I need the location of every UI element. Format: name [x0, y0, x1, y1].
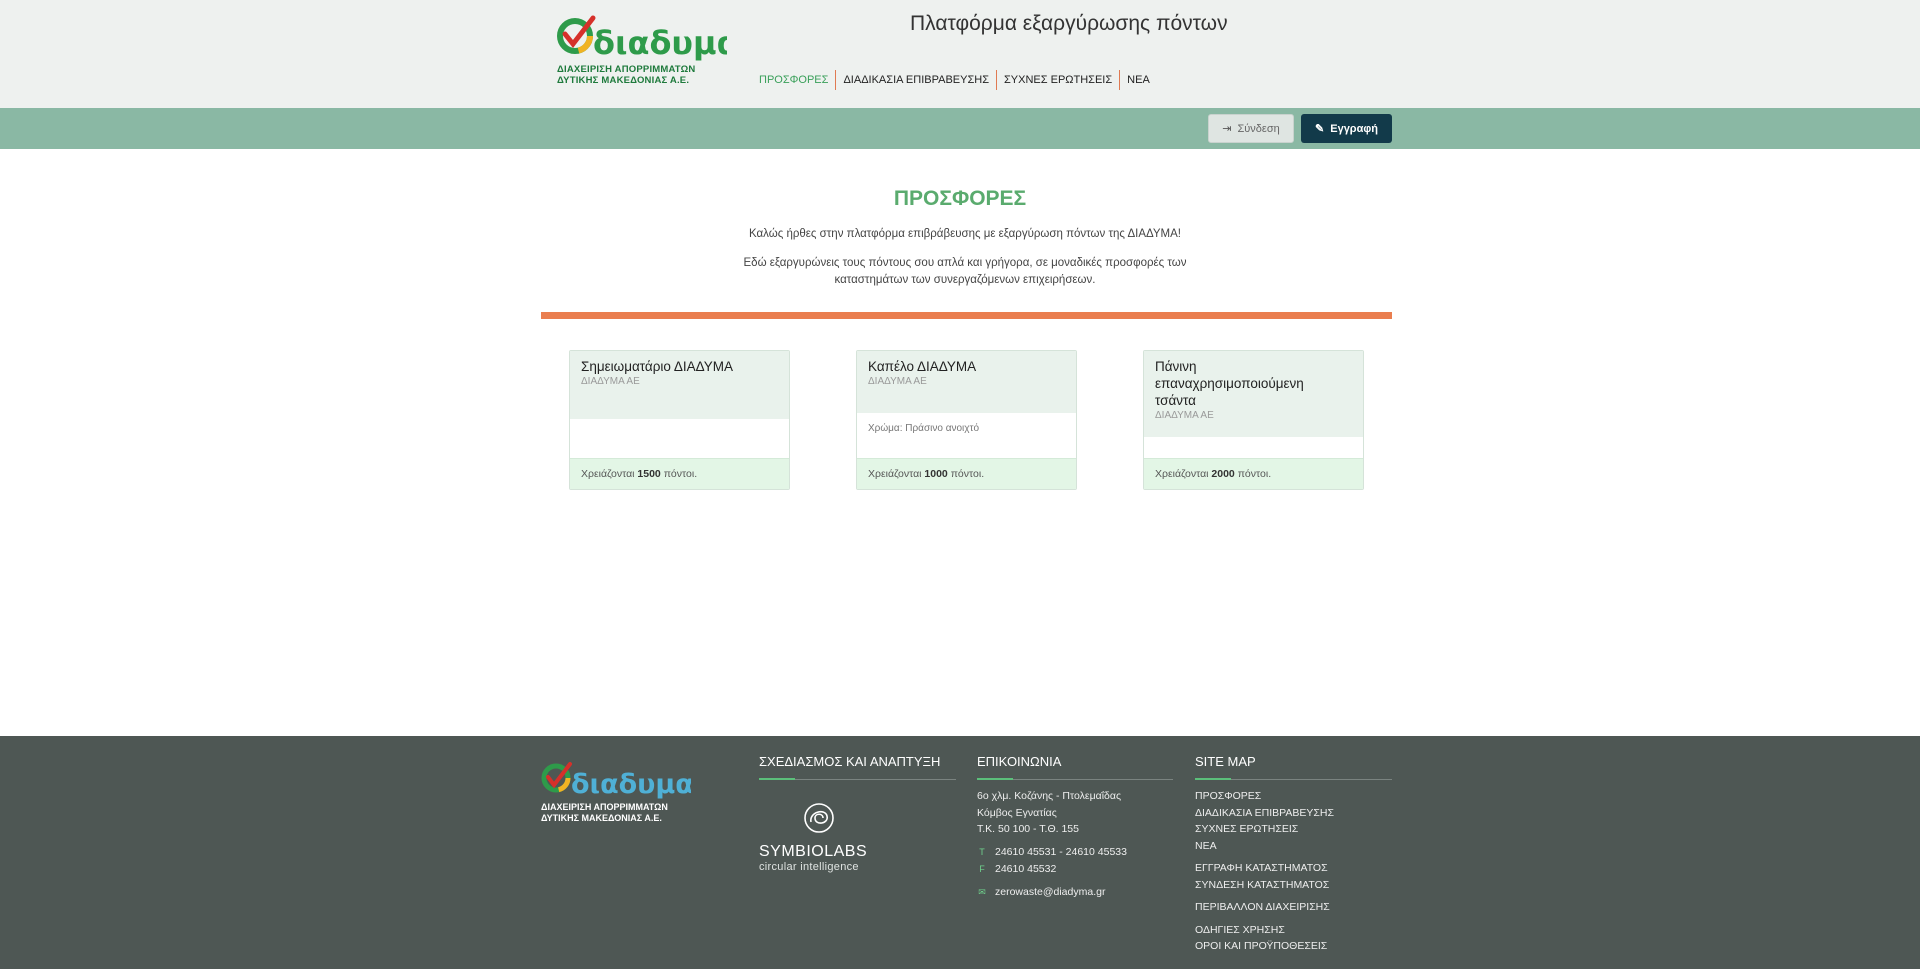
symbiolabs-swirl-icon: [804, 803, 834, 833]
fax-number: 24610 45532: [995, 862, 1057, 875]
phone-icon: T: [979, 846, 985, 857]
envelope-icon: ✉: [978, 886, 986, 897]
sign-in-icon: ⇥: [1222, 123, 1232, 135]
points-suffix: πόντοι.: [950, 468, 985, 480]
sitemap-link-faq[interactable]: ΣΥΧΝΕΣ ΕΡΩΤΗΣΕΙΣ: [1195, 821, 1392, 838]
sitemap-link-reward-process[interactable]: ΔΙΑΔΙΚΑΣΙΑ ΕΠΙΒΡΑΒΕΥΣΗΣ: [1195, 805, 1392, 822]
sitemap-link-offers[interactable]: ΠΡΟΣΦΟΡΕΣ: [1195, 788, 1392, 805]
site-footer: διαδυμα ΔΙΑΧΕΙΡΙΣΗ ΑΠΟΡΡΙΜΜΑΤΩΝ ΔΥΤΙΚΗΣ …: [0, 736, 1920, 969]
offer-company: ΔΙΑΔΥΜΑ ΑΕ: [1155, 410, 1214, 421]
login-button[interactable]: ⇥ Σύνδεση: [1208, 114, 1294, 143]
offer-company: ΔΙΑΔΥΜΑ ΑΕ: [868, 376, 927, 387]
main-nav: ΠΡΟΣΦΟΡΕΣ ΔΙΑΔΙΚΑΣΙΑ ΕΠΙΒΡΑΒΕΥΣΗΣ ΣΥΧΝΕΣ…: [752, 70, 1157, 90]
offer-detail: Χρώμα: Πράσινο ανοιχτό: [868, 423, 980, 434]
nav-item-offers[interactable]: ΠΡΟΣΦΟΡΕΣ: [752, 70, 837, 90]
sitemap-link-news[interactable]: ΝΕΑ: [1195, 838, 1392, 855]
sitemap-link-terms[interactable]: ΟΡΟΙ ΚΑΙ ΠΡΟΫΠΟΘΕΣΕΙΣ: [1195, 938, 1392, 955]
login-button-label: Σύνδεση: [1237, 122, 1280, 135]
offer-detail: [1144, 437, 1363, 457]
register-button-label: Εγγραφή: [1330, 122, 1378, 135]
phone-number: 24610 45531 - 24610 45533: [995, 845, 1127, 858]
footer-logo-subtitle: ΔΙΑΧΕΙΡΙΣΗ ΑΠΟΡΡΙΜΜΑΤΩΝ ΔΥΤΙΚΗΣ ΜΑΚΕΔΟΝΙ…: [541, 802, 668, 823]
symbiolabs-logo[interactable]: SYMBIOLABS circular intelligence: [759, 802, 889, 873]
offer-card-header: Καπέλο ΔΙΑΔΥΜΑ ΔΙΑΔΥΜΑ ΑΕ: [857, 351, 1076, 413]
address-line: Κόμβος Εγνατίας: [977, 806, 1057, 819]
points-prefix: Χρειάζονται: [581, 468, 635, 480]
logo-subtitle: ΔΙΑΧΕΙΡΙΣΗ ΑΠΟΡΡΙΜΜΑΤΩΝ ΔΥΤΙΚΗΣ ΜΑΚΕΔΟΝΙ…: [557, 64, 696, 86]
offer-points: Χρειάζονται 1500 πόντοι.: [570, 458, 789, 489]
action-bar: ⇥ Σύνδεση ✎ Εγγραφή: [0, 108, 1920, 149]
offer-card[interactable]: Σημειωματάριο ΔΙΑΔΥΜΑ ΔΙΑΔΥΜΑ ΑΕ Χρειάζο…: [569, 350, 790, 490]
offer-points: Χρειάζονται 2000 πόντοι.: [1144, 458, 1363, 489]
footer-logo[interactable]: διαδυμα ΔΙΑΧΕΙΡΙΣΗ ΑΠΟΡΡΙΜΜΑΤΩΝ ΔΥΤΙΚΗΣ …: [541, 760, 694, 830]
offers-heading: ΠΡΟΣΦΟΡΕΣ: [893, 187, 1027, 210]
footer-sitemap-column: SITE MAP ΠΡΟΣΦΟΡΕΣ ΔΙΑΔΙΚΑΣΙΑ ΕΠΙΒΡΑΒΕΥΣ…: [1195, 754, 1392, 955]
address-line: Τ.Κ. 50 100 - Τ.Θ. 155: [977, 823, 1079, 835]
edit-icon: ✎: [1315, 123, 1325, 135]
diadyma-logo[interactable]: διαδυμα ΔΙΑΧΕΙΡΙΣΗ ΑΠΟΡΡΙΜΜΑΤΩΝ ΔΥΤΙΚΗΣ …: [557, 14, 739, 90]
fax-icon: F: [979, 863, 985, 874]
points-suffix: πόντοι.: [663, 468, 698, 480]
symbiolabs-name: SYMBIOLABS: [759, 843, 868, 860]
offer-card[interactable]: Πάνινη επαναχρησιμοποιούμενη τσάντα ΔΙΑΔ…: [1143, 350, 1364, 490]
offer-card-header: Πάνινη επαναχρησιμοποιούμενη τσάντα ΔΙΑΔ…: [1144, 351, 1363, 437]
footer-sitemap-heading: SITE MAP: [1195, 754, 1392, 780]
points-prefix: Χρειάζονται: [868, 468, 922, 480]
email-link[interactable]: zerowaste@diadyma.gr: [995, 884, 1105, 901]
phone-line: T 24610 45531 - 24610 45533: [977, 844, 1173, 861]
points-suffix: πόντοι.: [1237, 468, 1272, 480]
offer-points: Χρειάζονται 1000 πόντοι.: [857, 458, 1076, 489]
offer-title: Καπέλο ΔΙΑΔΥΜΑ: [868, 359, 977, 374]
footer-logo-wordmark: διαδυμα: [571, 769, 691, 800]
offer-company: ΔΙΑΔΥΜΑ ΑΕ: [581, 376, 640, 387]
section-divider: [541, 312, 1392, 319]
fax-line: F 24610 45532: [977, 861, 1173, 878]
footer-logo-mark-icon: διαδυμα: [541, 762, 694, 800]
nav-item-reward-process[interactable]: ΔΙΑΔΙΚΑΣΙΑ ΕΠΙΒΡΑΒΕΥΣΗΣ: [836, 70, 997, 90]
nav-item-faq[interactable]: ΣΥΧΝΕΣ ΕΡΩΤΗΣΕΙΣ: [997, 70, 1121, 90]
logo-wordmark: διαδυμα: [593, 24, 727, 62]
points-value: 1000: [924, 468, 948, 480]
address-line: 6ο χλμ. Κοζάνης - Πτολεμαΐδας: [977, 790, 1122, 802]
sitemap-link-instructions[interactable]: ΟΔΗΓΙΕΣ ΧΡΗΣΗΣ: [1195, 922, 1392, 939]
sitemap-link-store-login[interactable]: ΣΥΝΔΕΣΗ ΚΑΤΑΣΤΗΜΑΤΟΣ: [1195, 877, 1392, 894]
symbiolabs-tagline: circular intelligence: [759, 861, 859, 873]
logo-mark-icon: διαδυμα: [557, 15, 739, 62]
intro-welcome: Καλώς ήρθες στην πλατφόρμα επιβράβευσης …: [748, 228, 1181, 240]
footer-contact-column: ΕΠΙΚΟΙΝΩΝΙΑ 6ο χλμ. Κοζάνης - Πτολεμαΐδα…: [977, 754, 1173, 901]
offer-card-header: Σημειωματάριο ΔΙΑΔΥΜΑ ΔΙΑΔΥΜΑ ΑΕ: [570, 351, 789, 419]
sitemap-link-admin[interactable]: ΠΕΡΙΒΑΛΛΟΝ ΔΙΑΧΕΙΡΙΣΗΣ: [1195, 899, 1392, 916]
footer-contact-heading: ΕΠΙΚΟΙΝΩΝΙΑ: [977, 754, 1173, 780]
register-button[interactable]: ✎ Εγγραφή: [1301, 114, 1392, 143]
offer-title: Σημειωματάριο ΔΙΑΔΥΜΑ: [581, 359, 733, 374]
points-value: 2000: [1211, 468, 1235, 480]
offer-detail: [570, 419, 789, 439]
site-header: διαδυμα ΔΙΑΧΕΙΡΙΣΗ ΑΠΟΡΡΙΜΜΑΤΩΝ ΔΥΤΙΚΗΣ …: [0, 0, 1920, 108]
offer-card[interactable]: Καπέλο ΔΙΑΔΥΜΑ ΔΙΑΔΥΜΑ ΑΕ Χρώμα: Πράσινο…: [856, 350, 1077, 490]
email-line: ✉ zerowaste@diadyma.gr: [977, 884, 1173, 901]
footer-design-column: ΣΧΕΔΙΑΣΜΟΣ ΚΑΙ ΑΝΑΠΤΥΞΗ SYMBIOLABS circu…: [759, 754, 956, 873]
nav-item-news[interactable]: ΝΕΑ: [1120, 70, 1157, 90]
offer-title: Πάνινη επαναχρησιμοποιούμενη τσάντα: [1155, 359, 1304, 408]
page-title: Πλατφόρμα εξαργύρωσης πόντων: [910, 12, 1228, 35]
points-prefix: Χρειάζονται: [1155, 468, 1209, 480]
footer-design-heading: ΣΧΕΔΙΑΣΜΟΣ ΚΑΙ ΑΝΑΠΤΥΞΗ: [759, 754, 956, 780]
intro-description: Εδώ εξαργυρώνεις τους πόντους σου απλά κ…: [743, 257, 1187, 286]
sitemap-link-store-register[interactable]: ΕΓΓΡΑΦΗ ΚΑΤΑΣΤΗΜΑΤΟΣ: [1195, 860, 1392, 877]
points-value: 1500: [637, 468, 661, 480]
